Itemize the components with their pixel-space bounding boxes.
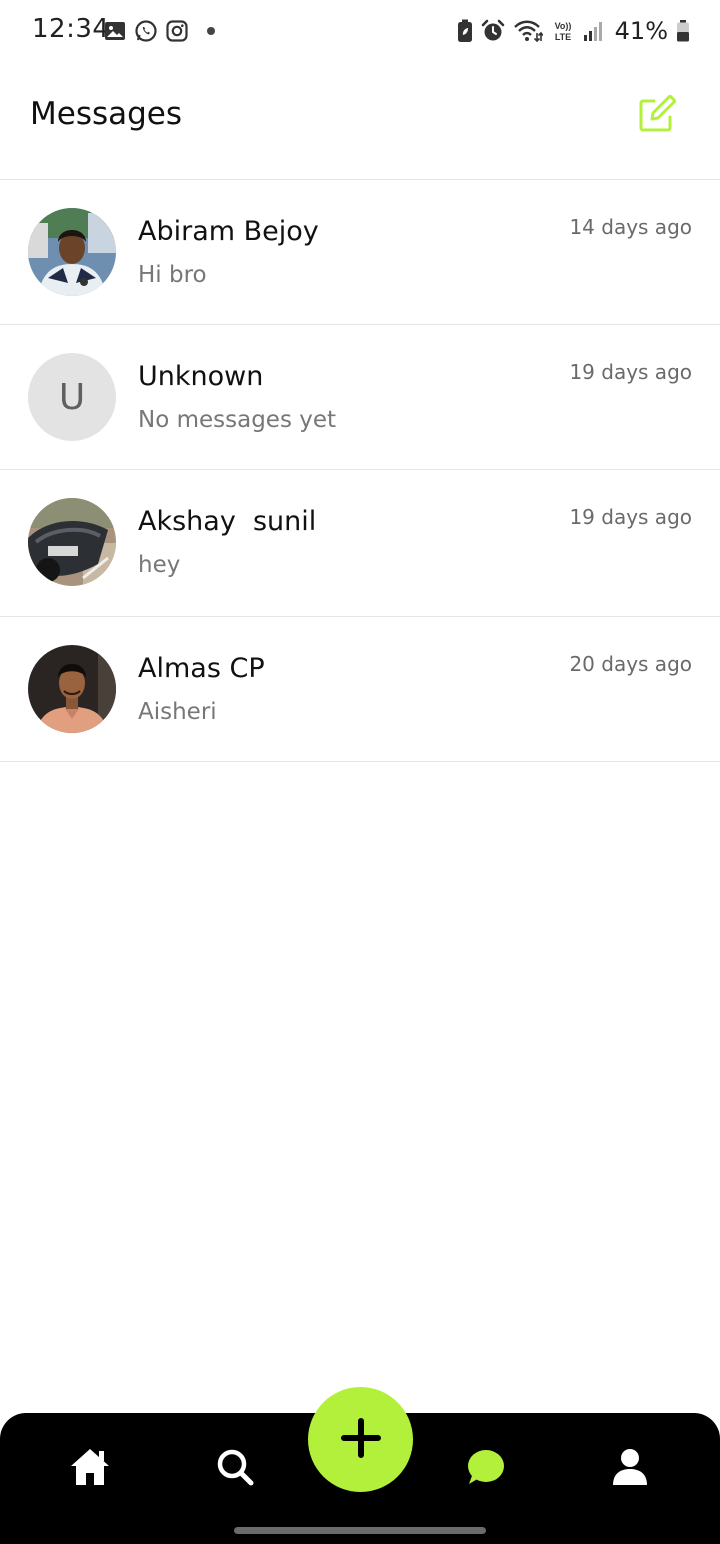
message-preview: No messages yet bbox=[138, 407, 337, 433]
notification-icons bbox=[104, 19, 216, 43]
conversation-item[interactable]: Almas CP Aisheri 20 days ago bbox=[0, 617, 720, 762]
nav-home-button[interactable] bbox=[64, 1443, 116, 1495]
conversation-item[interactable]: Akshay sunil hey 19 days ago bbox=[0, 470, 720, 617]
status-bar: 12:34 Vo)) LTE 41% bbox=[0, 0, 720, 62]
signal-icon bbox=[583, 20, 605, 42]
system-icons: Vo)) LTE 41% bbox=[457, 17, 690, 45]
avatar-placeholder: U bbox=[28, 353, 116, 441]
conversation-list: Abiram Bejoy Hi bro 14 days ago U Unknow… bbox=[0, 180, 720, 762]
home-indicator[interactable] bbox=[234, 1527, 486, 1534]
chat-icon bbox=[465, 1448, 505, 1490]
svg-text:LTE: LTE bbox=[554, 32, 570, 42]
gallery-icon bbox=[104, 20, 126, 42]
dot-icon bbox=[206, 26, 216, 36]
message-time: 20 days ago bbox=[569, 652, 692, 676]
message-time: 19 days ago bbox=[569, 505, 692, 529]
battery-saver-icon bbox=[457, 19, 473, 43]
battery-percent: 41% bbox=[614, 17, 668, 45]
search-icon bbox=[216, 1448, 254, 1490]
contact-name: Abiram Bejoy bbox=[138, 216, 319, 247]
profile-icon bbox=[611, 1448, 649, 1490]
add-button[interactable] bbox=[308, 1387, 413, 1492]
wifi-icon bbox=[513, 19, 543, 43]
volte-icon: Vo)) LTE bbox=[551, 19, 575, 43]
avatar bbox=[28, 498, 116, 586]
conversation-item[interactable]: Abiram Bejoy Hi bro 14 days ago bbox=[0, 180, 720, 325]
conversation-item[interactable]: U Unknown No messages yet 19 days ago bbox=[0, 325, 720, 470]
message-preview: Aisheri bbox=[138, 699, 217, 725]
battery-icon bbox=[676, 19, 690, 43]
whatsapp-icon bbox=[134, 19, 158, 43]
compose-button[interactable] bbox=[638, 94, 677, 133]
nav-messages-button[interactable] bbox=[459, 1443, 511, 1495]
message-preview: Hi bro bbox=[138, 262, 207, 288]
plus-icon bbox=[340, 1417, 382, 1463]
status-time: 12:34 bbox=[32, 14, 110, 44]
instagram-icon bbox=[166, 20, 188, 42]
contact-name: Almas CP bbox=[138, 653, 265, 684]
contact-name: Unknown bbox=[138, 361, 264, 392]
nav-search-button[interactable] bbox=[209, 1443, 261, 1495]
message-preview: hey bbox=[138, 552, 181, 578]
svg-text:Vo)): Vo)) bbox=[554, 21, 571, 31]
alarm-icon bbox=[481, 19, 505, 43]
compose-icon bbox=[638, 94, 677, 137]
message-time: 14 days ago bbox=[569, 215, 692, 239]
app-header: Messages bbox=[0, 62, 720, 180]
nav-profile-button[interactable] bbox=[604, 1443, 656, 1495]
avatar bbox=[28, 208, 116, 296]
message-time: 19 days ago bbox=[569, 360, 692, 384]
page-title: Messages bbox=[30, 96, 183, 132]
home-icon bbox=[69, 1447, 111, 1491]
avatar bbox=[28, 645, 116, 733]
contact-name: Akshay sunil bbox=[138, 506, 317, 537]
